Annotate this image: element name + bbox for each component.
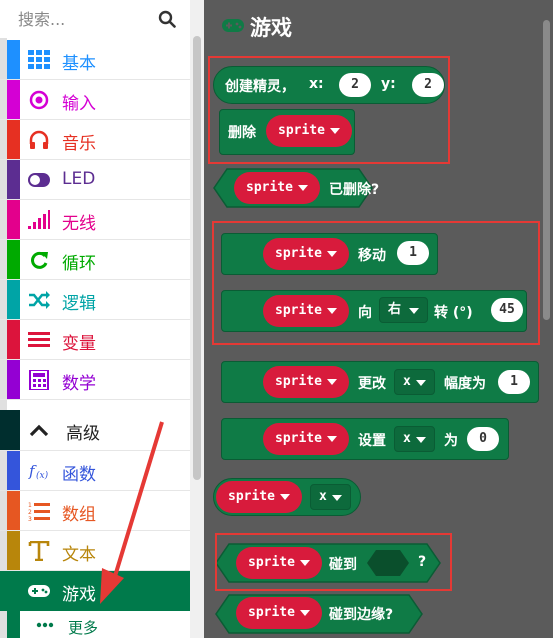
category-color-bar — [7, 360, 20, 399]
category-label: 循环 — [62, 254, 96, 274]
property-dropdown[interactable]: x — [310, 484, 351, 510]
category-variables[interactable]: 变量 — [0, 320, 190, 360]
toggle-icon — [28, 173, 50, 187]
highlight-box — [212, 221, 540, 345]
property-dropdown[interactable]: x — [394, 369, 435, 395]
category-color-bar — [7, 200, 20, 239]
sprite-variable-dropdown[interactable]: sprite — [216, 481, 302, 513]
svg-text:(x): (x) — [36, 470, 49, 481]
more-icon — [36, 622, 54, 628]
category-input[interactable]: 输入 — [0, 80, 190, 120]
category-color-bar — [7, 491, 20, 530]
category-label: 更多 — [68, 619, 99, 637]
block-label: 碰到边缘? — [329, 607, 394, 623]
category-color-bar — [0, 410, 20, 450]
category-math[interactable]: 数学 — [0, 360, 190, 400]
block-label: 更改 — [358, 376, 386, 392]
category-color-bar — [7, 320, 20, 359]
sprite-variable-dropdown[interactable]: sprite — [236, 597, 322, 629]
toolbox-scrollbar[interactable] — [190, 0, 204, 638]
sprite-variable-dropdown[interactable]: sprite — [263, 366, 349, 398]
category-color-bar — [7, 160, 20, 199]
category-label: 基本 — [62, 54, 96, 74]
gamepad-icon — [222, 19, 244, 32]
svg-text:2: 2 — [28, 509, 32, 516]
category-color-bar — [7, 120, 20, 159]
headphones-icon — [29, 130, 49, 149]
array-icon: 123 — [28, 502, 50, 521]
text-icon — [28, 541, 50, 561]
category-color-bar — [7, 611, 20, 638]
category-color-bar — [7, 40, 20, 79]
block-label: 为 — [444, 433, 458, 449]
toolbox-search — [0, 0, 190, 38]
sprite-variable-dropdown[interactable]: sprite — [263, 423, 349, 455]
category-color-bar — [7, 80, 20, 119]
highlight-box — [208, 56, 450, 164]
highlight-box — [215, 533, 452, 591]
chevron-up-icon — [29, 424, 49, 437]
category-label: 音乐 — [62, 134, 96, 154]
category-color-bar — [7, 240, 20, 279]
category-label: 变量 — [62, 334, 96, 354]
category-led[interactable]: LED — [0, 160, 190, 200]
block-label: 幅度为 — [444, 376, 486, 392]
function-icon: f (x) — [28, 462, 49, 481]
shuffle-icon — [29, 291, 50, 309]
annotation-arrow — [100, 421, 164, 604]
category-color-bar — [7, 571, 20, 611]
gamepad-icon — [28, 585, 50, 597]
category-label: LED — [62, 169, 96, 189]
signal-icon — [28, 210, 50, 229]
category-radio[interactable]: 无线 — [0, 200, 190, 240]
category-color-bar — [7, 531, 20, 570]
category-label: 逻辑 — [62, 294, 96, 314]
calculator-icon — [29, 370, 49, 390]
category-basic[interactable]: 基本 — [0, 40, 190, 80]
category-label: 无线 — [62, 214, 96, 234]
value-field[interactable]: 0 — [467, 427, 499, 451]
flyout-scrollbar[interactable] — [543, 20, 550, 320]
category-music[interactable]: 音乐 — [0, 120, 190, 160]
category-logic[interactable]: 逻辑 — [0, 280, 190, 320]
refresh-icon — [31, 251, 48, 269]
block-label: 设置 — [358, 433, 386, 449]
amount-value-field[interactable]: 1 — [498, 370, 530, 394]
category-color-bar — [7, 451, 20, 490]
sprite-variable-dropdown[interactable]: sprite — [234, 172, 320, 204]
svg-text:3: 3 — [28, 516, 32, 521]
category-label: 输入 — [62, 94, 96, 114]
grid-icon — [28, 50, 50, 69]
category-label: 数学 — [62, 374, 96, 394]
svg-text:1: 1 — [28, 502, 32, 509]
target-icon — [29, 90, 49, 110]
search-input[interactable] — [18, 6, 158, 32]
category-color-bar — [7, 280, 20, 319]
search-icon[interactable] — [158, 10, 176, 28]
category-loops[interactable]: 循环 — [0, 240, 190, 280]
scrollbar-thumb[interactable] — [193, 36, 201, 480]
category-game-more[interactable]: 更多 — [0, 611, 190, 638]
list-icon — [28, 332, 50, 347]
flyout-title: 游戏 — [250, 16, 292, 40]
makecode-editor: 基本 输入 音乐 LED — [0, 0, 553, 638]
property-dropdown[interactable]: x — [394, 426, 435, 452]
block-label: 已删除? — [329, 182, 380, 198]
